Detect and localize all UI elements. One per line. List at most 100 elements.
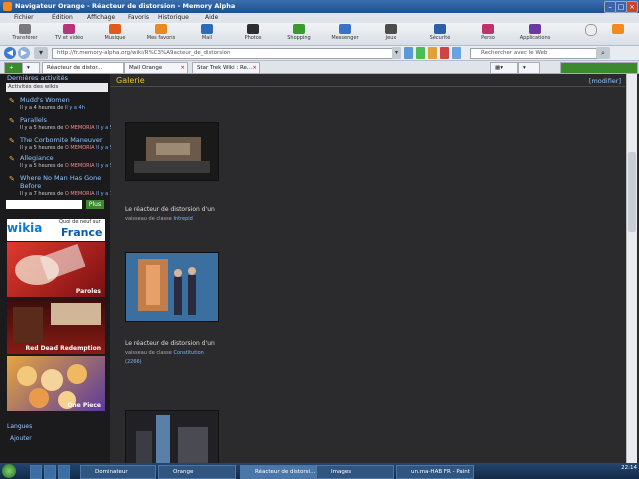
menu-item-aide[interactable]: Aide <box>205 14 218 21</box>
activity-item: ✎ Mudd's Women Il y a 4 heures de Il y a… <box>9 96 109 116</box>
gallery-section-header: Galerie [modifier] <box>111 74 625 87</box>
activity-title[interactable]: Where No Man Has Gone <box>20 174 101 182</box>
close-tab-icon[interactable]: × <box>252 63 257 73</box>
tab-mail-orange[interactable]: Mail Orange × <box>124 62 188 73</box>
menu-item-historique[interactable]: Historique <box>158 14 189 21</box>
languages-link[interactable]: Ajouter <box>10 435 32 442</box>
menu-item-fichier[interactable]: Fichier <box>14 14 34 21</box>
tab-tools-icon[interactable]: ▾ <box>518 62 540 73</box>
window-title-bar: Navigateur Orange - Réacteur de distorsi… <box>0 0 639 13</box>
vertical-scrollbar[interactable] <box>626 74 637 463</box>
toolbar-label: Photos <box>244 35 262 41</box>
edit-link[interactable]: [modifier] <box>589 77 621 85</box>
activity-user[interactable]: O MEMORIA <box>65 145 95 151</box>
new-tab-button[interactable]: + <box>4 62 24 73</box>
rss-icon[interactable] <box>404 47 413 59</box>
history-dropdown[interactable]: ▾ <box>34 47 48 59</box>
search-input[interactable]: Rechercher avec le Web <box>470 48 602 59</box>
activity-selector[interactable]: Activités des wikis <box>6 83 108 92</box>
banner-one-piece[interactable]: One Piece <box>7 356 105 411</box>
pencil-icon: ✎ <box>9 97 15 105</box>
sidebar-input[interactable] <box>6 200 82 209</box>
toolbar-button-favorites[interactable]: Mes favoris <box>142 24 180 44</box>
url-dropdown-icon[interactable]: ▾ <box>392 47 401 59</box>
activity-title[interactable]: Mudd's Women <box>20 96 70 104</box>
home-icon[interactable] <box>452 47 461 59</box>
forward-button[interactable]: ▶ <box>18 47 30 59</box>
menu-item-edition[interactable]: Édition <box>52 14 73 21</box>
banner-paroles[interactable]: Paroles <box>7 242 105 297</box>
address-bar[interactable]: http://fr.memory-alpha.org/wiki/R%C3%A9a… <box>52 48 394 59</box>
taskbar-item[interactable]: Orange <box>158 465 236 479</box>
taskbar-item-active[interactable]: Réacteur de distorsi... <box>240 465 320 479</box>
tab-options-button[interactable] <box>560 62 638 73</box>
more-button[interactable]: Plus <box>86 200 104 209</box>
banner-red-dead[interactable]: Red Dead Redemption <box>7 299 105 354</box>
tab-grid-icon[interactable]: ▦▾ <box>490 62 518 73</box>
activity-title[interactable]: The Corbomite Maneuver <box>20 136 103 144</box>
toolbar-button-music[interactable]: Musique <box>96 24 134 44</box>
scrollbar-thumb[interactable] <box>628 152 636 232</box>
go-icon[interactable] <box>416 47 425 59</box>
back-button[interactable]: ◀ <box>4 47 16 59</box>
activity-user[interactable]: O MEMORIA <box>65 125 95 131</box>
gallery-thumbnail[interactable] <box>125 252 219 322</box>
system-clock[interactable]: 22:14 <box>621 465 637 471</box>
toolbar-label: Perso <box>481 35 495 41</box>
toolbar-button-messenger[interactable]: Messenger <box>326 24 364 44</box>
gallery-thumbnail[interactable] <box>125 410 219 465</box>
close-tab-icon[interactable]: × <box>180 63 185 73</box>
menu-bar: Fichier Édition Affichage Favoris Histor… <box>0 13 639 23</box>
quicklaunch-desktop-icon[interactable] <box>30 465 42 479</box>
refresh-icon[interactable] <box>428 47 437 59</box>
stop-icon[interactable] <box>440 47 449 59</box>
activity-title[interactable]: Parallels <box>20 116 47 124</box>
activity-title-continued[interactable]: Before <box>20 182 41 190</box>
search-icon[interactable]: ⌕ <box>596 47 610 59</box>
favorites-icon <box>155 24 167 34</box>
toolbar-button-help[interactable] <box>584 24 598 44</box>
applications-icon <box>529 24 541 34</box>
toolbar-button-mail[interactable]: Mail <box>188 24 226 44</box>
toolbar-button-applications[interactable]: Applications <box>510 24 560 44</box>
activity-item: ✎ Parallels Il y a 5 heures de O MEMORIA… <box>9 116 116 136</box>
toolbar-button-games[interactable]: Jeux <box>372 24 410 44</box>
activity-user[interactable]: O MEMORIA <box>65 191 95 197</box>
toolbar-label: Musique <box>104 35 126 41</box>
windows-taskbar: Dominateur Orange Réacteur de distorsi..… <box>0 463 639 479</box>
toolbar-button-shopping[interactable]: Shopping <box>280 24 318 44</box>
activity-user[interactable]: O MEMORIA <box>65 163 95 169</box>
gallery-caption-detail: vaisseau de classe Constitution <box>125 350 204 356</box>
recent-activity-heading: Dernières activités <box>7 74 68 82</box>
start-button[interactable] <box>2 464 16 478</box>
transfer-icon <box>19 24 31 34</box>
toolbar-button-security[interactable]: Sécurité <box>418 24 462 44</box>
toolbar-button-perso[interactable]: Perso <box>468 24 508 44</box>
taskbar-item[interactable]: un.ma-HAB FR - Paint <box>396 465 474 479</box>
tab-list-icon[interactable]: ▾ <box>22 62 40 73</box>
caption-year-link[interactable]: (2266) <box>125 359 142 365</box>
menu-item-favoris[interactable]: Favoris <box>128 14 149 21</box>
window-title: Navigateur Orange - Réacteur de distorsi… <box>15 2 236 10</box>
wikia-france-promo[interactable]: wikia Quoi de neuf sur France <box>7 219 105 241</box>
article-content: Galerie [modifier] Le réacteur de distor… <box>111 74 625 465</box>
taskbar-item[interactable]: Images <box>316 465 394 479</box>
close-window-button[interactable]: × <box>626 1 638 13</box>
caption-link[interactable]: Intrepid <box>173 216 192 222</box>
tab-star-trek-wiki[interactable]: Star Trek Wiki : Re... × <box>192 62 260 73</box>
banner-caption: Red Dead Redemption <box>25 345 101 352</box>
tab-active[interactable]: Réacteur de distor... <box>42 62 124 73</box>
activity-item: ✎ Where No Man Has Gone Before Il y a 7 … <box>9 174 116 202</box>
toolbar-button-orange[interactable] <box>606 24 630 44</box>
toolbar-button-transfer[interactable]: Transférer <box>6 24 44 44</box>
menu-item-affichage[interactable]: Affichage <box>87 14 115 21</box>
toolbar-button-photos[interactable]: Photos <box>234 24 272 44</box>
activity-title[interactable]: Allegiance <box>20 154 54 162</box>
quicklaunch-browser-icon[interactable] <box>58 465 70 479</box>
caption-link[interactable]: Constitution <box>173 350 203 356</box>
taskbar-item[interactable]: Dominateur <box>80 465 156 479</box>
toolbar-button-tv[interactable]: TV et vidéo <box>50 24 88 44</box>
activity-time: Il y a 4 heures de <box>20 105 64 111</box>
quicklaunch-explorer-icon[interactable] <box>44 465 56 479</box>
gallery-thumbnail[interactable] <box>125 122 219 181</box>
